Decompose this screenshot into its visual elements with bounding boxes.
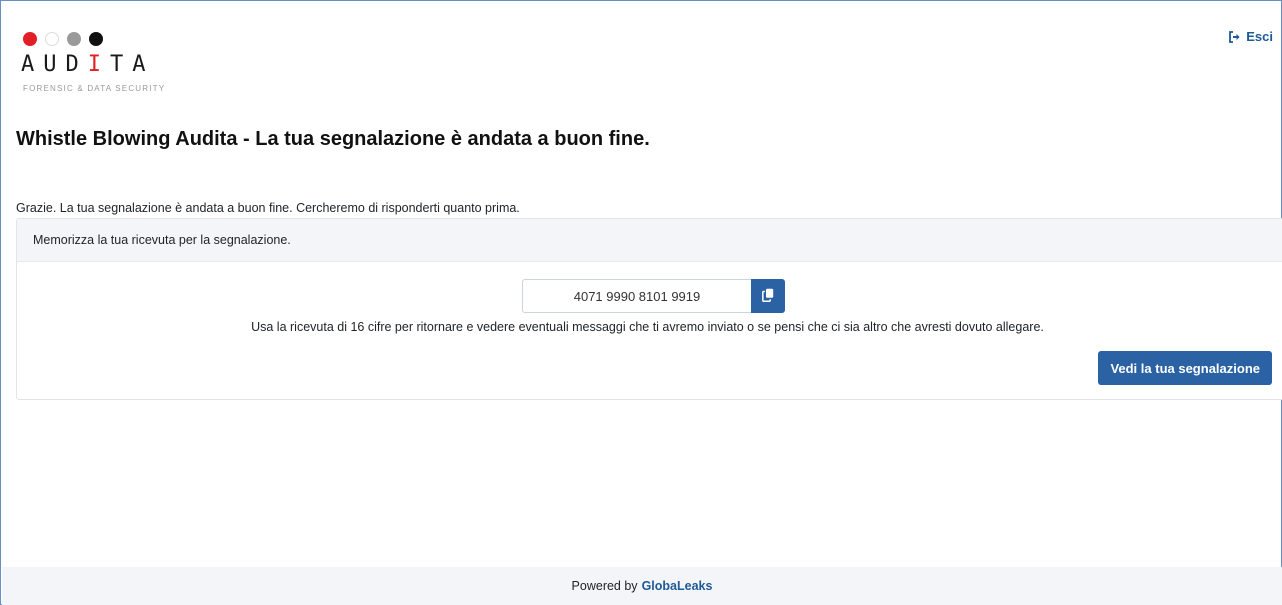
page-frame: AUDITA FORENSIC & DATA SECURITY Esci Whi… — [0, 0, 1282, 605]
logo-letter: U — [43, 52, 66, 77]
logo-letter: A — [132, 52, 155, 77]
logo-letter: T — [110, 52, 133, 77]
logo-dot-red — [23, 32, 37, 46]
receipt-instructions: Usa la ricevuta di 16 cifre per ritornar… — [251, 320, 1044, 334]
logo-tagline: FORENSIC & DATA SECURITY — [23, 84, 166, 93]
page-title: Whistle Blowing Audita - La tua segnalaz… — [16, 128, 650, 150]
logout-button[interactable]: Esci — [1228, 29, 1273, 44]
logo-dot-black — [89, 32, 103, 46]
receipt-code-field[interactable] — [522, 279, 751, 313]
logo-letter: A — [21, 52, 44, 77]
audita-logo: AUDITA FORENSIC & DATA SECURITY — [21, 32, 193, 96]
copy-receipt-button[interactable] — [751, 279, 785, 313]
logout-label: Esci — [1246, 29, 1273, 44]
logo-letter: D — [65, 52, 88, 77]
receipt-input-group — [522, 279, 785, 313]
view-report-button[interactable]: Vedi la tua segnalazione — [1098, 351, 1272, 385]
sign-out-icon — [1228, 30, 1241, 43]
logo-wordmark: AUDITA — [21, 52, 155, 77]
globaleaks-link[interactable]: GlobaLeaks — [642, 579, 713, 593]
logo-letter-accent: I — [87, 52, 110, 77]
thanks-message: Grazie. La tua segnalazione è andata a b… — [16, 201, 520, 215]
logo-dot-white — [45, 32, 59, 46]
logo-dot-gray — [67, 32, 81, 46]
footer: Powered by GlobaLeaks — [2, 567, 1282, 605]
powered-by-text: Powered by — [571, 579, 638, 593]
receipt-card-header: Memorizza la tua ricevuta per la segnala… — [17, 219, 1282, 262]
copy-icon — [762, 288, 774, 305]
receipt-card: Memorizza la tua ricevuta per la segnala… — [16, 218, 1282, 400]
